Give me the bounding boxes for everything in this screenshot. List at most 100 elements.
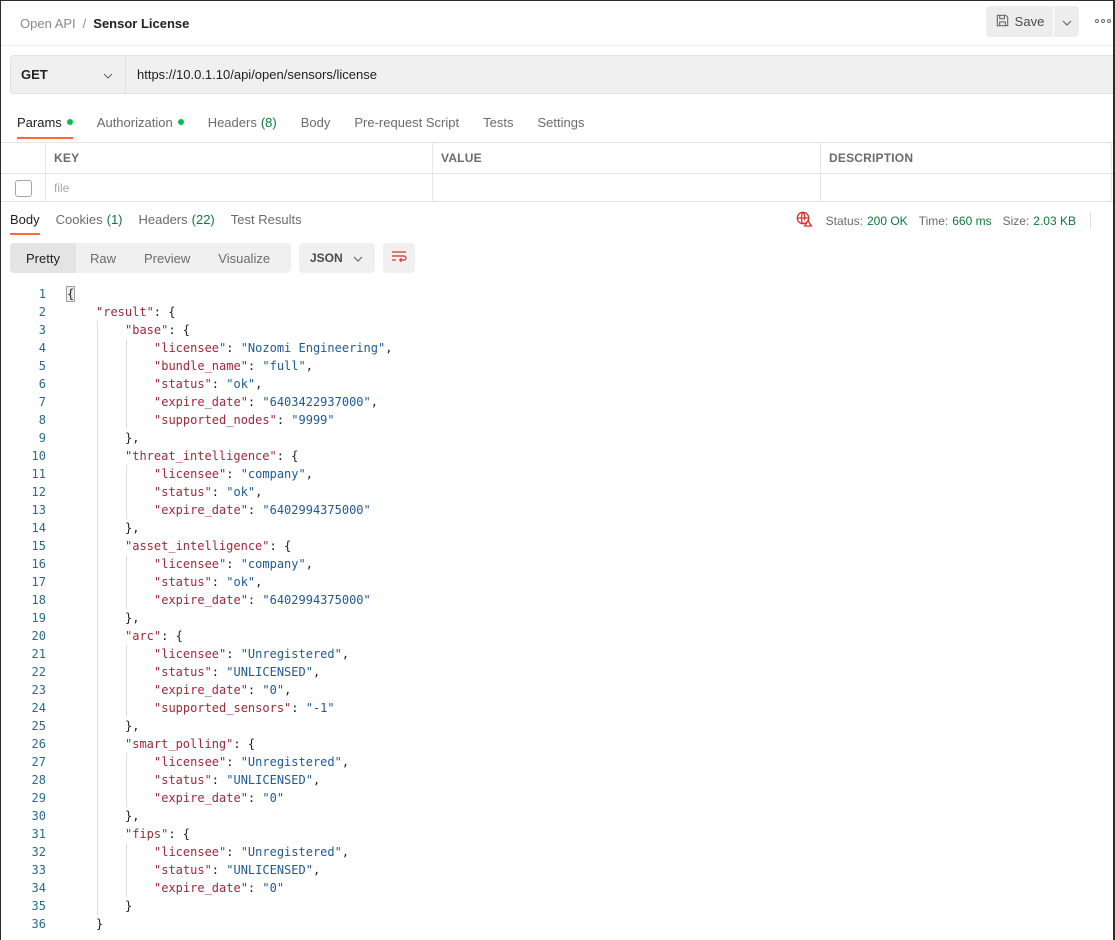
indent-guide: [126, 879, 127, 897]
line-number: 15: [31, 539, 46, 553]
code-line: 29 "expire_date": "0": [1, 789, 1113, 807]
param-description-input[interactable]: [821, 174, 1112, 201]
line-number: 32: [31, 845, 46, 859]
code-line: 18 "expire_date": "6402994375000": [1, 591, 1113, 609]
save-group: Save: [986, 6, 1079, 37]
indent-guide: [97, 519, 98, 537]
json-punctuation: :: [211, 485, 227, 499]
save-options-button[interactable]: [1054, 6, 1079, 37]
header-check-cell: [1, 143, 46, 173]
indent-guide: [97, 357, 98, 375]
line-number: 31: [31, 827, 46, 841]
param-key-input[interactable]: file: [46, 174, 433, 201]
json-key: "licensee": [154, 341, 227, 355]
method-select[interactable]: GET: [11, 56, 126, 93]
tab-authorization[interactable]: Authorization: [97, 105, 184, 139]
tab-tests[interactable]: Tests: [483, 105, 513, 139]
line-number: 2: [38, 305, 46, 319]
time-value[interactable]: 660 ms: [952, 214, 991, 228]
tab-body[interactable]: Body: [301, 105, 331, 139]
json-key: "supported_sensors": [154, 701, 292, 715]
response-body-viewer[interactable]: 1{2 "result": {3 "base": {4 "licensee": "No…: [1, 285, 1113, 940]
json-key: "licensee": [154, 845, 227, 859]
json-punctuation: }: [125, 899, 133, 913]
json-key: "expire_date": [154, 683, 248, 697]
code-content: "expire_date": "6403422937000",: [46, 395, 378, 409]
view-mode-segmented: Pretty Raw Preview Visualize: [10, 243, 291, 273]
url-input[interactable]: [126, 56, 1113, 93]
view-mode-preview[interactable]: Preview: [130, 243, 204, 273]
indent-guide: [97, 879, 98, 897]
line-number: 33: [31, 863, 46, 877]
tab-headers[interactable]: Headers (8): [208, 105, 277, 139]
chevron-down-icon: [103, 67, 113, 82]
chevron-down-icon: [1062, 14, 1072, 29]
tab-params[interactable]: Params: [17, 105, 73, 139]
view-mode-visualize[interactable]: Visualize: [204, 243, 284, 273]
tab-settings[interactable]: Settings: [537, 105, 584, 139]
indent-guide: [97, 501, 98, 519]
wrap-lines-button[interactable]: [383, 243, 415, 273]
json-punctuation: :: [291, 701, 306, 715]
size-value[interactable]: 2.03 KB: [1033, 214, 1076, 228]
globe-warning-icon[interactable]: [796, 211, 813, 230]
json-punctuation: : {: [153, 305, 176, 319]
status-label: Status:: [825, 213, 863, 228]
more-actions-button[interactable]: [1095, 14, 1113, 28]
indent-guide: [126, 771, 127, 789]
json-key: "status": [154, 377, 212, 391]
view-mode-raw[interactable]: Raw: [76, 243, 130, 273]
floppy-disk-icon: [995, 13, 1010, 31]
chevron-down-icon: [353, 251, 363, 265]
code-line: 16 "licensee": "company",: [1, 555, 1113, 573]
json-string: "0": [262, 791, 285, 805]
format-select[interactable]: JSON: [299, 243, 375, 273]
code-content: "arc": {: [46, 629, 183, 643]
json-key: "licensee": [154, 647, 227, 661]
json-key: "expire_date": [154, 503, 248, 517]
json-punctuation: : {: [269, 539, 292, 553]
tab-pre-request-script[interactable]: Pre-request Script: [354, 105, 459, 139]
save-button[interactable]: Save: [986, 6, 1053, 37]
status-value[interactable]: 200 OK: [867, 214, 908, 228]
json-key: "supported_nodes": [154, 413, 277, 427]
param-enable-checkbox[interactable]: [14, 180, 32, 197]
tab-test-results[interactable]: Test Results: [231, 203, 302, 235]
indent-guide: [97, 897, 98, 915]
breadcrumb-request-name[interactable]: Sensor License: [93, 16, 189, 31]
json-punctuation: :: [211, 665, 227, 679]
line-number: 23: [31, 683, 46, 697]
indent-guide: [97, 663, 98, 681]
code-content: "asset_intelligence": {: [46, 539, 291, 553]
json-punctuation: :: [226, 341, 241, 355]
json-punctuation: :: [226, 557, 241, 571]
indent-guide: [126, 483, 127, 501]
tab-response-headers[interactable]: Headers (22): [139, 203, 215, 235]
breadcrumb-collection[interactable]: Open API: [20, 16, 76, 31]
code-line: 22 "status": "UNLICENSED",: [1, 663, 1113, 681]
line-number: 30: [31, 809, 46, 823]
json-key: "asset_intelligence": [125, 539, 270, 553]
code-line: 30},: [1, 807, 1113, 825]
json-punctuation: :: [247, 359, 263, 373]
view-mode-pretty[interactable]: Pretty: [10, 243, 76, 273]
param-value-input[interactable]: [433, 174, 821, 201]
code-line: 7 "expire_date": "6403422937000",: [1, 393, 1113, 411]
json-string: "-1": [305, 701, 335, 715]
tab-response-body[interactable]: Body: [10, 203, 40, 235]
json-punctuation: : {: [276, 449, 299, 463]
json-string: "Unregistered": [240, 647, 342, 661]
line-number: 8: [38, 413, 46, 427]
code-content: "bundle_name": "full",: [46, 359, 313, 373]
indent-guide: [97, 627, 98, 645]
tab-count: (1): [106, 211, 123, 227]
active-dot: [66, 119, 73, 125]
json-punctuation: :: [247, 395, 263, 409]
line-number: 3: [38, 323, 46, 337]
json-string: "UNLICENSED": [226, 863, 313, 877]
indent-guide: [97, 843, 98, 861]
tab-cookies[interactable]: Cookies (1): [56, 203, 123, 235]
indent-guide: [97, 393, 98, 411]
indent-guide: [97, 807, 98, 825]
indent-guide: [97, 717, 98, 735]
